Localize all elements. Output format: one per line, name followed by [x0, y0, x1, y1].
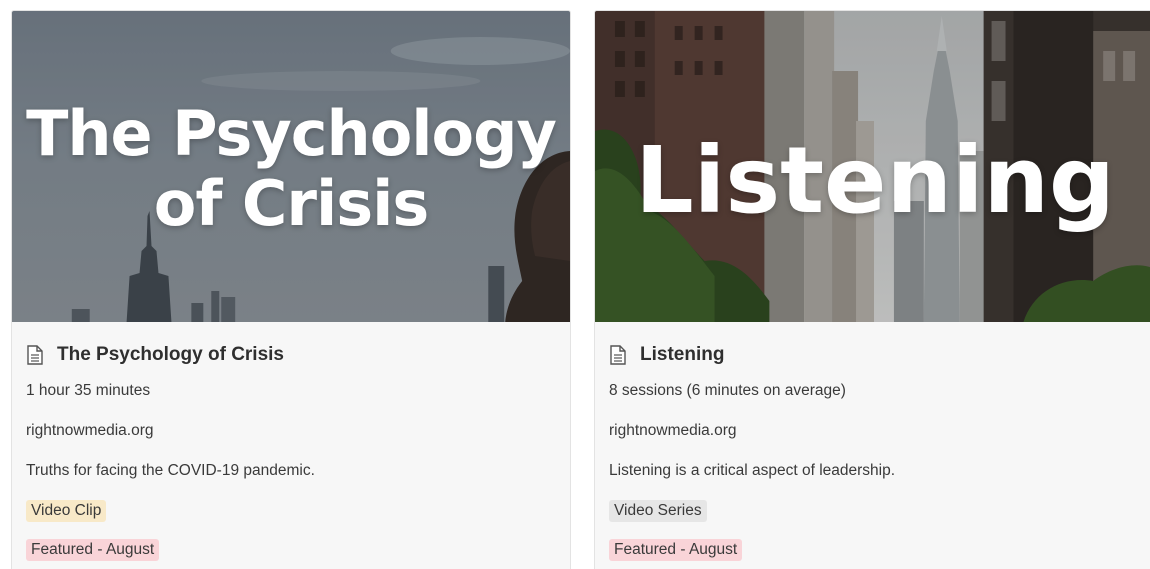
- card-title: Listening: [640, 344, 725, 365]
- cover-title-text: The Psychology of Crisis: [26, 97, 557, 240]
- card-title: The Psychology of Crisis: [57, 344, 284, 365]
- gallery-card-listening[interactable]: Listening Listening 8 sessions (6 minute…: [594, 10, 1150, 569]
- gallery-board: The Psychology of Crisis The Psychology …: [0, 0, 1150, 569]
- description-property: Listening is a critical aspect of leader…: [609, 462, 896, 479]
- document-icon: [610, 345, 626, 365]
- feature-tag: Featured - August: [609, 539, 743, 561]
- description-property: Truths for facing the COVID-19 pandemic.: [26, 462, 315, 479]
- duration-property: 1 hour 35 minutes: [26, 382, 151, 399]
- document-icon: [27, 345, 43, 365]
- source-property: rightnowmedia.org: [609, 422, 737, 439]
- gallery-card-psychology-of-crisis[interactable]: The Psychology of Crisis The Psychology …: [11, 10, 571, 569]
- cover-title-text: Listening: [635, 127, 1115, 234]
- type-tag: Video Series: [609, 500, 707, 522]
- source-property: rightnowmedia.org: [26, 422, 154, 439]
- card-title-row: The Psychology of Crisis: [26, 342, 556, 368]
- card-cover-image: Listening: [595, 11, 1150, 322]
- card-title-row: Listening: [609, 342, 1141, 368]
- type-tag: Video Clip: [26, 500, 107, 522]
- feature-tag: Featured - August: [26, 539, 160, 561]
- card-cover-image: The Psychology of Crisis: [12, 11, 570, 322]
- duration-property: 8 sessions (6 minutes on average): [609, 382, 846, 399]
